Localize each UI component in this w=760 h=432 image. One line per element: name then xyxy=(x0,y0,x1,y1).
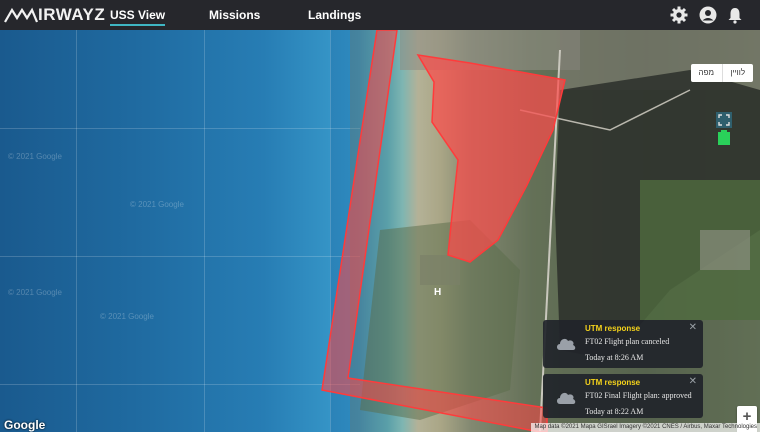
airwayz-logo[interactable]: IRWAYZ xyxy=(4,4,105,26)
notification-message: FT02 Flight plan canceled xyxy=(585,337,670,346)
nav-tab-landings[interactable]: Landings xyxy=(308,8,361,22)
bell-icon[interactable] xyxy=(725,5,745,25)
notification-toast[interactable]: UTM response FT02 Final Flight plan: app… xyxy=(543,374,703,418)
close-icon[interactable]: ✕ xyxy=(689,376,697,387)
helipad-marker[interactable]: H xyxy=(434,287,441,298)
restricted-zone[interactable] xyxy=(416,54,566,263)
nav-tab-uss-view[interactable]: USS View xyxy=(110,8,166,26)
cloud-icon xyxy=(557,392,576,404)
notification-toast[interactable]: UTM response FT02 Flight plan canceled T… xyxy=(543,320,703,368)
cloud-icon xyxy=(557,338,576,350)
google-logo: Google xyxy=(4,418,46,432)
nav-tab-missions[interactable]: Missions xyxy=(209,8,260,22)
notification-title: UTM response xyxy=(585,378,641,387)
fullscreen-icon[interactable] xyxy=(716,112,732,128)
layers-icon[interactable] xyxy=(718,130,730,145)
map-attribution[interactable]: Map data ©2021 Mapa GISrael Imagery ©202… xyxy=(531,423,760,432)
logo-text: IRWAYZ xyxy=(38,5,106,24)
notification-time: Today at 8:26 AM xyxy=(585,353,644,362)
notification-time: Today at 8:22 AM xyxy=(585,407,644,416)
flight-zone-overlay xyxy=(321,30,566,432)
gear-icon[interactable] xyxy=(669,5,689,25)
map-tools xyxy=(716,112,732,145)
map-type-satellite-button[interactable]: לוויין xyxy=(723,64,754,82)
account-icon[interactable] xyxy=(698,5,718,25)
notification-title: UTM response xyxy=(585,324,641,333)
top-navigation-bar: IRWAYZ USS View Missions Landings xyxy=(0,0,760,30)
map-type-toggle: מפה לוויין xyxy=(691,64,753,82)
logo-mark-icon xyxy=(4,7,38,23)
notification-message: FT02 Final Flight plan: approved xyxy=(585,391,692,400)
close-icon[interactable]: ✕ xyxy=(689,322,697,333)
satellite-map[interactable]: © 2021 Google © 2021 Google © 2021 Googl… xyxy=(0,30,760,432)
map-type-map-button[interactable]: מפה xyxy=(691,64,722,82)
